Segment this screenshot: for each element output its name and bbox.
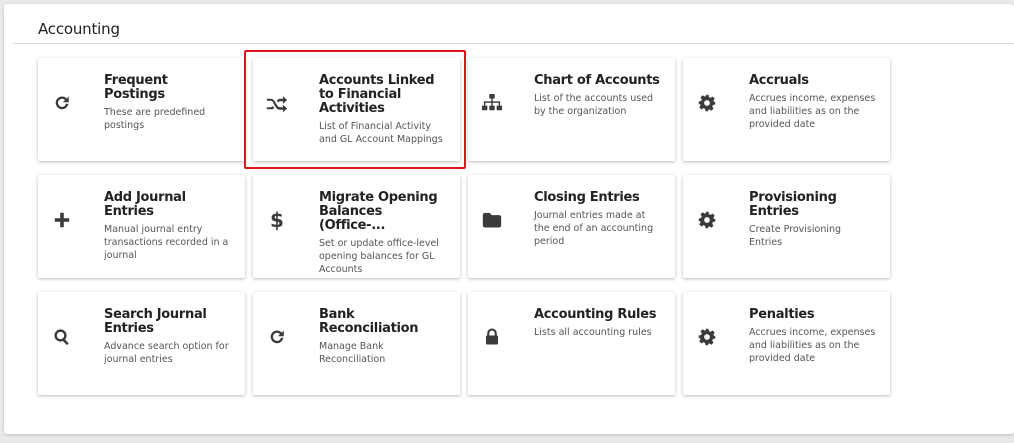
card-title: Accounts Linked to Financial Activities <box>319 73 435 116</box>
refresh-icon <box>51 92 73 114</box>
card-title: Penalties <box>749 307 815 322</box>
card-description: Manage Bank Reconciliation <box>319 341 386 365</box>
plus-icon <box>51 209 73 231</box>
gear-icon <box>696 92 718 114</box>
card-search-journal-entries[interactable]: Search Journal Entries Advance search op… <box>38 292 245 395</box>
card-bank-reconciliation[interactable]: Bank Reconciliation Manage Bank Reconcil… <box>253 292 460 395</box>
shuffle-icon <box>266 92 288 114</box>
card-title: Search Journal Entries <box>104 307 207 336</box>
folder-icon <box>481 209 503 231</box>
lock-icon <box>481 326 503 348</box>
card-title: Frequent Postings <box>104 73 168 102</box>
title-divider <box>13 43 1014 44</box>
card-description: Set or update office-level opening balan… <box>319 238 439 275</box>
card-title: Closing Entries <box>534 190 640 205</box>
gear-icon <box>696 326 718 348</box>
card-migrate-opening-balances[interactable]: $ Migrate Opening Balances (Office-... S… <box>253 175 460 278</box>
card-description: Journal entries made at the end of an ac… <box>534 210 654 247</box>
refresh-icon <box>266 326 288 348</box>
search-icon <box>51 326 73 348</box>
card-description: Advance search option for journal entrie… <box>104 341 229 365</box>
card-description: Accrues income, expenses and liabilities… <box>749 93 876 130</box>
card-title: Bank Reconciliation <box>319 307 419 336</box>
card-closing-entries[interactable]: Closing Entries Journal entries made at … <box>468 175 675 278</box>
card-accounting-rules[interactable]: Accounting Rules Lists all accounting ru… <box>468 292 675 395</box>
card-title: Add Journal Entries <box>104 190 186 219</box>
card-description: Lists all accounting rules <box>534 327 652 338</box>
dollar-icon: $ <box>270 208 284 232</box>
card-description: List of Financial Activity and GL Accoun… <box>319 121 443 145</box>
sitemap-icon <box>481 92 503 114</box>
accounting-panel: Accounting Frequent Postings These are p… <box>4 4 1014 434</box>
card-description: Manual journal entry transactions record… <box>104 224 229 261</box>
card-description: These are predefined postings <box>104 107 206 131</box>
card-description: List of the accounts used by the organiz… <box>534 93 654 117</box>
card-add-journal-entries[interactable]: Add Journal Entries Manual journal entry… <box>38 175 245 278</box>
card-title: Accruals <box>749 73 809 88</box>
gear-icon <box>696 209 718 231</box>
card-title: Chart of Accounts <box>534 73 660 88</box>
card-title: Accounting Rules <box>534 307 657 322</box>
card-accounts-linked-to-financial-activities[interactable]: Accounts Linked to Financial Activities … <box>253 58 460 161</box>
card-title: Migrate Opening Balances (Office-... <box>319 190 438 233</box>
card-chart-of-accounts[interactable]: Chart of Accounts List of the accounts u… <box>468 58 675 161</box>
card-description: Create Provisioning Entries <box>749 224 842 248</box>
card-provisioning-entries[interactable]: Provisioning Entries Create Provisioning… <box>683 175 890 278</box>
page-title: Accounting <box>38 20 120 38</box>
card-description: Accrues income, expenses and liabilities… <box>749 327 876 364</box>
card-penalties[interactable]: Penalties Accrues income, expenses and l… <box>683 292 890 395</box>
card-frequent-postings[interactable]: Frequent Postings These are predefined p… <box>38 58 245 161</box>
card-title: Provisioning Entries <box>749 190 837 219</box>
card-accruals[interactable]: Accruals Accrues income, expenses and li… <box>683 58 890 161</box>
